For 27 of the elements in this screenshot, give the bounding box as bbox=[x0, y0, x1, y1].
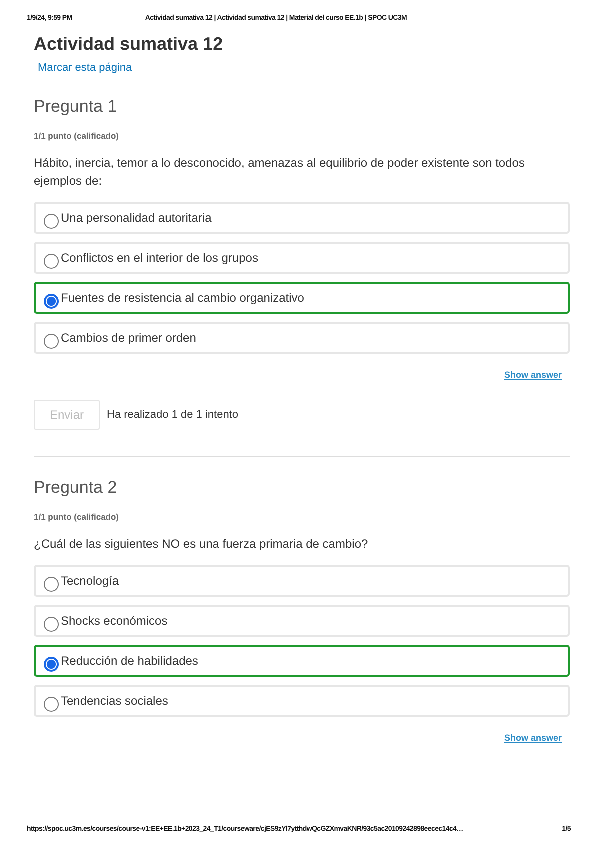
question-text: ¿Cuál de las siguientes NO es una fuerza primaria de cambio? bbox=[34, 536, 370, 553]
attempts-text: Ha realizado 1 de 1 intento bbox=[107, 409, 238, 421]
radio-button[interactable] bbox=[44, 617, 59, 632]
answer-option[interactable]: Cambios de primer orden bbox=[34, 322, 570, 354]
answer-option[interactable]: Una personalidad autoritaria bbox=[34, 202, 570, 234]
question-title: Pregunta 1 bbox=[34, 97, 118, 117]
question-title: Pregunta 2 bbox=[34, 478, 118, 498]
radio-button[interactable] bbox=[44, 697, 59, 712]
score-label: 1/1 punto (calificado) bbox=[34, 131, 120, 141]
radio-button[interactable] bbox=[44, 214, 59, 229]
radio-button[interactable] bbox=[44, 294, 59, 309]
bookmark-link[interactable]: Marcar esta página bbox=[38, 62, 132, 74]
radio-button[interactable] bbox=[44, 577, 59, 592]
radio-button[interactable] bbox=[44, 657, 59, 672]
answer-option[interactable]: Reducción de habilidades bbox=[34, 645, 570, 677]
score-label: 1/1 punto (calificado) bbox=[34, 512, 120, 522]
show-answer-link[interactable]: Show answer bbox=[504, 733, 562, 743]
answer-option[interactable]: Tecnología bbox=[34, 565, 570, 597]
answer-option[interactable]: Conflictos en el interior de los grupos bbox=[34, 242, 570, 274]
answer-option[interactable]: Shocks económicos bbox=[34, 605, 570, 637]
radio-button[interactable] bbox=[44, 254, 59, 269]
show-answer-link[interactable]: Show answer bbox=[504, 370, 562, 380]
radio-button[interactable] bbox=[44, 334, 59, 349]
answer-option[interactable]: Tendencias sociales bbox=[34, 685, 570, 717]
question-text: Hábito, inercia, temor a lo desconocido, amenazas al equilibrio de poder existente son todos ejemplos de: bbox=[34, 155, 526, 190]
page-title: Actividad sumativa 12 bbox=[34, 34, 224, 55]
answer-option[interactable]: Fuentes de resistencia al cambio organizativo bbox=[34, 282, 570, 314]
